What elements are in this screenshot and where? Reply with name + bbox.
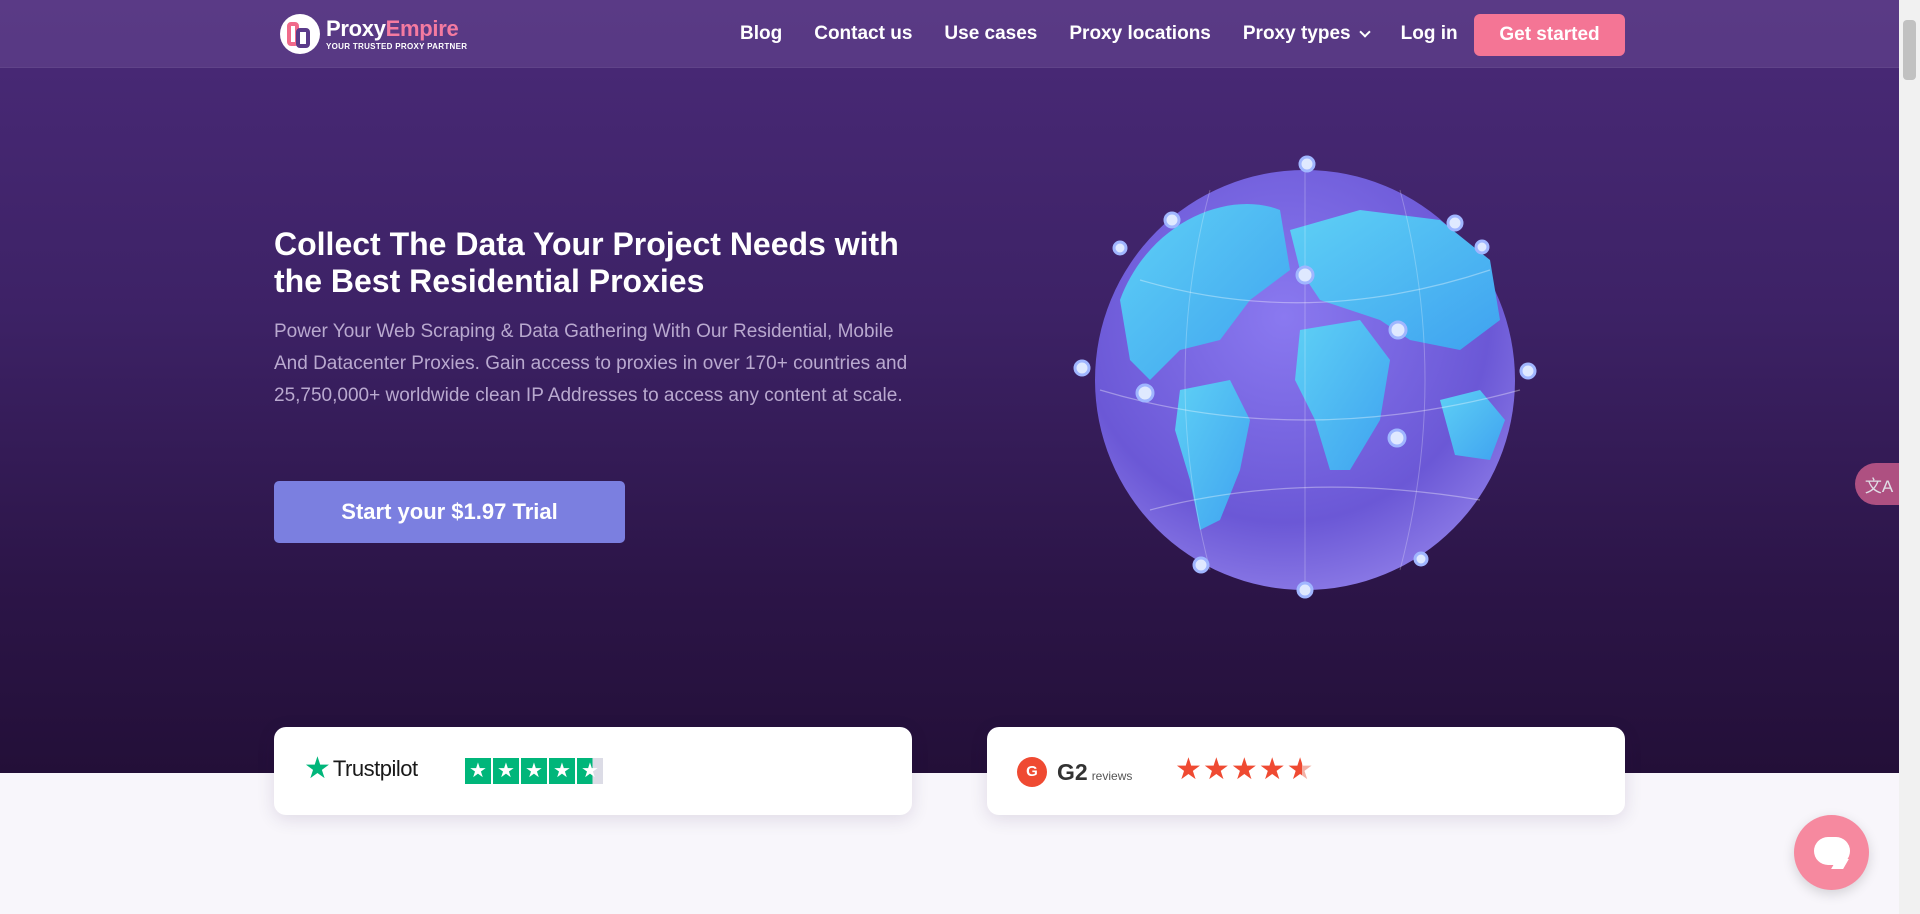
g2-label: G2 — [1057, 758, 1088, 785]
trustpilot-label: Trustpilot — [332, 756, 418, 781]
translate-icon[interactable]: 文A — [1855, 463, 1903, 505]
nav-contact-us[interactable]: Contact us — [814, 23, 912, 45]
nav-blog[interactable]: Blog — [740, 23, 782, 45]
get-started-button[interactable]: Get started — [1474, 14, 1625, 56]
scrollbar[interactable] — [1899, 0, 1920, 914]
nav-proxy-locations[interactable]: Proxy locations — [1069, 23, 1211, 45]
globe-illustration — [1073, 155, 1537, 599]
g2-card[interactable]: G G2 reviews ★ ★ ★ ★ ★ — [987, 727, 1625, 815]
g2-sub-label: reviews — [1091, 769, 1133, 783]
nav-log-in[interactable]: Log in — [1401, 23, 1458, 45]
start-trial-button[interactable]: Start your $1.97 Trial — [274, 481, 625, 543]
logo-mark-icon — [280, 14, 320, 54]
star-icon: ★ — [1202, 753, 1230, 786]
star-icon: ★ — [493, 758, 519, 784]
star-icon: ★ — [521, 758, 547, 784]
trustpilot-logo: ★ Trustpilot — [304, 754, 418, 784]
nav-proxy-types[interactable]: Proxy types — [1242, 23, 1371, 45]
half-star-icon: ★ — [1286, 753, 1314, 786]
brand-tagline: YOUR TRUSTED PROXY PARTNER — [326, 41, 468, 51]
brand-name: ProxyEmpire — [326, 15, 459, 41]
star-icon: ★ — [1175, 753, 1202, 786]
hero-title: Collect The Data Your Project Needs with… — [274, 226, 899, 299]
brand-logo[interactable]: ProxyEmpire YOUR TRUSTED PROXY PARTNER — [280, 14, 467, 54]
trustpilot-star-icon: ★ — [304, 752, 331, 785]
g2-logo: G G2 reviews — [1017, 757, 1132, 787]
nav-use-cases[interactable]: Use cases — [944, 23, 1037, 45]
half-star-icon: ★ — [577, 758, 603, 784]
trustpilot-card[interactable]: ★ Trustpilot ★ ★ ★ ★ ★ — [274, 727, 912, 815]
scrollbar-thumb[interactable] — [1903, 20, 1916, 80]
nav-proxy-types-label: Proxy types — [1242, 23, 1351, 44]
star-icon: ★ — [549, 758, 575, 784]
top-navbar: ProxyEmpire YOUR TRUSTED PROXY PARTNER B… — [0, 0, 1899, 68]
chat-button[interactable] — [1794, 815, 1869, 890]
nav-links: Blog Contact us Use cases Proxy location… — [740, 0, 1490, 68]
hero-subtitle: Power Your Web Scraping & Data Gathering… — [274, 321, 908, 406]
star-icon: ★ — [465, 758, 491, 784]
star-icon: ★ — [1230, 753, 1258, 786]
trustpilot-rating: ★ ★ ★ ★ ★ — [465, 758, 605, 784]
g2-icon: G — [1017, 757, 1047, 787]
chevron-down-icon — [1358, 26, 1371, 38]
g2-rating: ★ ★ ★ ★ ★ — [1175, 755, 1315, 785]
star-icon: ★ — [1258, 753, 1286, 786]
